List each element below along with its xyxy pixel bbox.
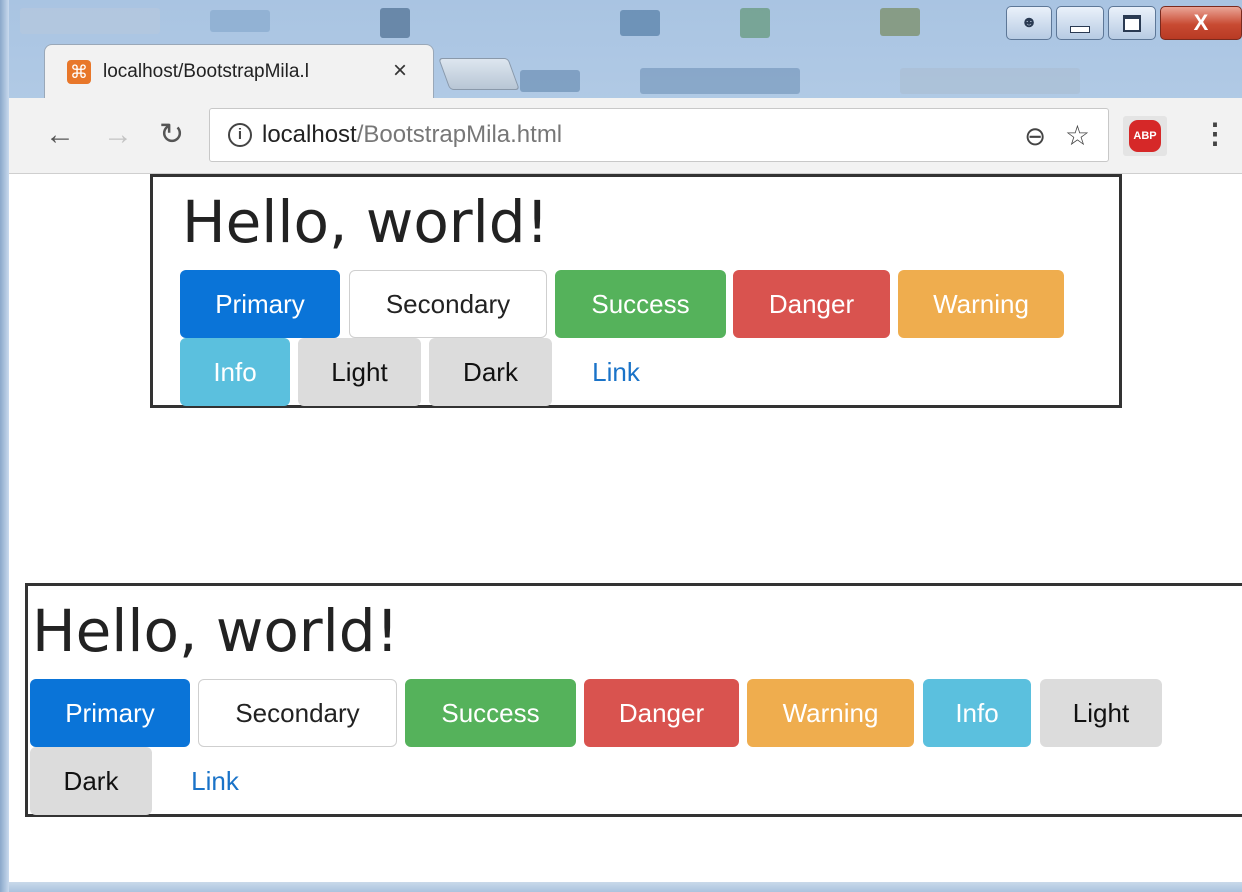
dark-button[interactable]: Dark (30, 747, 152, 815)
light-button[interactable]: Light (1040, 679, 1162, 747)
window-controls: ☻ X (1006, 6, 1242, 42)
forward-arrow-icon[interactable]: → (103, 120, 133, 150)
primary-button[interactable]: Primary (180, 270, 340, 338)
success-button[interactable]: Success (555, 270, 726, 338)
adblock-icon[interactable]: ABP (1123, 116, 1167, 156)
light-button[interactable]: Light (298, 338, 421, 406)
warning-button[interactable]: Warning (898, 270, 1064, 338)
link-button[interactable]: Link (561, 338, 671, 406)
close-window-button[interactable]: X (1160, 6, 1242, 40)
user-icon: ☻ (1020, 14, 1038, 31)
xampp-favicon-icon (67, 60, 91, 84)
warning-button[interactable]: Warning (747, 679, 914, 747)
container-fixed: Hello, world! Primary Secondary Success … (150, 174, 1122, 408)
user-switch-button[interactable]: ☻ (1006, 6, 1052, 40)
danger-button[interactable]: Danger (584, 679, 739, 747)
page-heading: Hello, world! (32, 597, 399, 665)
adblock-label: ABP (1129, 120, 1161, 152)
url-text: localhost/BootstrapMila.html (262, 121, 562, 149)
danger-button[interactable]: Danger (733, 270, 890, 338)
maximize-button[interactable] (1108, 6, 1156, 40)
page-heading: Hello, world! (182, 188, 549, 256)
browser-tab[interactable]: localhost/BootstrapMila.l × (44, 44, 434, 100)
link-button[interactable]: Link (160, 747, 270, 815)
minimize-icon (1070, 25, 1090, 33)
close-icon: X (1193, 10, 1209, 35)
back-arrow-icon[interactable]: ← (45, 120, 75, 150)
star-icon[interactable]: ☆ (1065, 119, 1090, 152)
primary-button[interactable]: Primary (30, 679, 190, 747)
secondary-button[interactable]: Secondary (349, 270, 547, 338)
zoom-out-icon[interactable]: ⊖ (1024, 121, 1046, 152)
info-button[interactable]: Info (923, 679, 1031, 747)
secondary-button[interactable]: Secondary (198, 679, 397, 747)
url-host: localhost (262, 121, 357, 148)
url-path: /BootstrapMila.html (356, 121, 563, 148)
info-button[interactable]: Info (180, 338, 290, 406)
new-tab-button[interactable] (438, 58, 520, 90)
container-fluid: Hello, world! Primary Secondary Success … (25, 583, 1242, 817)
info-icon[interactable]: i (228, 123, 252, 147)
success-button[interactable]: Success (405, 679, 576, 747)
tab-title: localhost/BootstrapMila.l (103, 61, 309, 82)
address-bar[interactable]: i localhost/BootstrapMila.html ⊖ ☆ (209, 108, 1109, 162)
window-left-border (0, 0, 9, 892)
reload-icon[interactable]: ↻ (159, 120, 184, 150)
page-viewport: Hello, world! Primary Secondary Success … (9, 174, 1242, 882)
browser-toolbar: ← → ↻ i localhost/BootstrapMila.html ⊖ ☆… (9, 98, 1242, 174)
more-menu-icon[interactable]: ⋮ (1201, 116, 1229, 152)
minimize-button[interactable] (1056, 6, 1104, 40)
window-bottom-border (9, 882, 1242, 892)
dark-button[interactable]: Dark (429, 338, 552, 406)
tab-close-icon[interactable]: × (393, 57, 407, 85)
maximize-icon (1123, 14, 1141, 32)
